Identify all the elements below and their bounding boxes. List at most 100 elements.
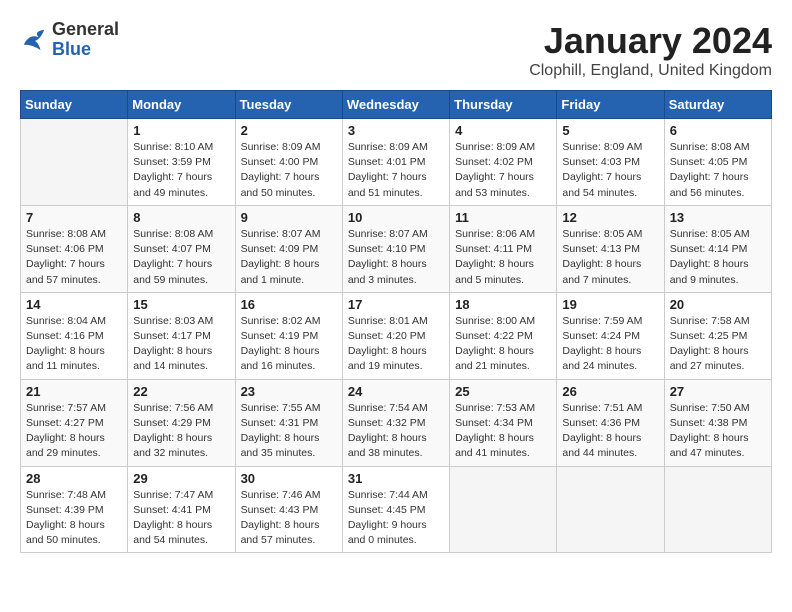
calendar-cell (450, 466, 557, 553)
calendar-week-row: 14 Sunrise: 8:04 AMSunset: 4:16 PMDayligh… (21, 292, 772, 379)
logo-text: General Blue (52, 20, 119, 60)
day-number: 4 (455, 123, 551, 138)
calendar-cell: 22 Sunrise: 7:56 AMSunset: 4:29 PMDayligh… (128, 379, 235, 466)
day-number: 25 (455, 384, 551, 399)
day-number: 6 (670, 123, 766, 138)
day-info: Sunrise: 8:04 AMSunset: 4:16 PMDaylight:… (26, 314, 122, 375)
day-number: 3 (348, 123, 444, 138)
day-info: Sunrise: 8:10 AMSunset: 3:59 PMDaylight:… (133, 140, 229, 201)
day-number: 10 (348, 210, 444, 225)
calendar-cell: 2 Sunrise: 8:09 AMSunset: 4:00 PMDaylight… (235, 119, 342, 206)
calendar-cell: 19 Sunrise: 7:59 AMSunset: 4:24 PMDayligh… (557, 292, 664, 379)
calendar-cell: 21Sunrise: 7:57 AMSunset: 4:27 PMDayligh… (21, 379, 128, 466)
day-number: 22 (133, 384, 229, 399)
logo-general-text: General (52, 20, 119, 40)
title-block: January 2024 Clophill, England, United K… (529, 20, 772, 80)
calendar-week-row: 7 Sunrise: 8:08 AMSunset: 4:06 PMDaylight… (21, 205, 772, 292)
day-number: 27 (670, 384, 766, 399)
calendar-week-row: 21Sunrise: 7:57 AMSunset: 4:27 PMDayligh… (21, 379, 772, 466)
day-number: 31 (348, 471, 444, 486)
day-number: 16 (241, 297, 337, 312)
day-info: Sunrise: 8:07 AMSunset: 4:09 PMDaylight:… (241, 227, 337, 288)
calendar-cell: 30 Sunrise: 7:46 AMSunset: 4:43 PMDayligh… (235, 466, 342, 553)
calendar-cell (21, 119, 128, 206)
calendar-cell: 29 Sunrise: 7:47 AMSunset: 4:41 PMDayligh… (128, 466, 235, 553)
day-number: 19 (562, 297, 658, 312)
day-info: Sunrise: 7:47 AMSunset: 4:41 PMDaylight:… (133, 488, 229, 549)
calendar-cell: 9 Sunrise: 8:07 AMSunset: 4:09 PMDaylight… (235, 205, 342, 292)
days-header-row: SundayMondayTuesdayWednesdayThursdayFrid… (21, 91, 772, 119)
day-info: Sunrise: 7:58 AMSunset: 4:25 PMDaylight:… (670, 314, 766, 375)
day-info: Sunrise: 7:46 AMSunset: 4:43 PMDaylight:… (241, 488, 337, 549)
day-number: 29 (133, 471, 229, 486)
day-number: 12 (562, 210, 658, 225)
logo: General Blue (20, 20, 119, 60)
calendar-cell: 26Sunrise: 7:51 AMSunset: 4:36 PMDayligh… (557, 379, 664, 466)
day-number: 11 (455, 210, 551, 225)
calendar-cell: 15 Sunrise: 8:03 AMSunset: 4:17 PMDayligh… (128, 292, 235, 379)
day-header-friday: Friday (557, 91, 664, 119)
calendar-cell: 5Sunrise: 8:09 AMSunset: 4:03 PMDaylight… (557, 119, 664, 206)
calendar-cell: 28 Sunrise: 7:48 AMSunset: 4:39 PMDayligh… (21, 466, 128, 553)
calendar-cell: 7 Sunrise: 8:08 AMSunset: 4:06 PMDaylight… (21, 205, 128, 292)
day-info: Sunrise: 7:57 AMSunset: 4:27 PMDaylight:… (26, 401, 122, 462)
day-number: 7 (26, 210, 122, 225)
day-header-tuesday: Tuesday (235, 91, 342, 119)
day-number: 2 (241, 123, 337, 138)
calendar-cell: 23Sunrise: 7:55 AMSunset: 4:31 PMDayligh… (235, 379, 342, 466)
day-header-sunday: Sunday (21, 91, 128, 119)
day-number: 30 (241, 471, 337, 486)
day-info: Sunrise: 7:53 AMSunset: 4:34 PMDaylight:… (455, 401, 551, 462)
calendar-week-row: 28 Sunrise: 7:48 AMSunset: 4:39 PMDayligh… (21, 466, 772, 553)
day-info: Sunrise: 7:50 AMSunset: 4:38 PMDaylight:… (670, 401, 766, 462)
day-info: Sunrise: 7:56 AMSunset: 4:29 PMDaylight:… (133, 401, 229, 462)
day-info: Sunrise: 7:54 AMSunset: 4:32 PMDaylight:… (348, 401, 444, 462)
day-info: Sunrise: 8:06 AMSunset: 4:11 PMDaylight:… (455, 227, 551, 288)
calendar-cell: 1 Sunrise: 8:10 AMSunset: 3:59 PMDaylight… (128, 119, 235, 206)
day-number: 8 (133, 210, 229, 225)
calendar-cell: 31 Sunrise: 7:44 AMSunset: 4:45 PMDayligh… (342, 466, 449, 553)
calendar-subtitle: Clophill, England, United Kingdom (529, 62, 772, 80)
day-header-thursday: Thursday (450, 91, 557, 119)
day-number: 15 (133, 297, 229, 312)
day-info: Sunrise: 8:01 AMSunset: 4:20 PMDaylight:… (348, 314, 444, 375)
day-info: Sunrise: 8:03 AMSunset: 4:17 PMDaylight:… (133, 314, 229, 375)
calendar-cell: 16Sunrise: 8:02 AMSunset: 4:19 PMDayligh… (235, 292, 342, 379)
day-number: 20 (670, 297, 766, 312)
calendar-cell: 25 Sunrise: 7:53 AMSunset: 4:34 PMDayligh… (450, 379, 557, 466)
day-number: 14 (26, 297, 122, 312)
day-header-saturday: Saturday (664, 91, 771, 119)
day-info: Sunrise: 7:51 AMSunset: 4:36 PMDaylight:… (562, 401, 658, 462)
day-info: Sunrise: 8:05 AMSunset: 4:14 PMDaylight:… (670, 227, 766, 288)
calendar-cell: 3Sunrise: 8:09 AMSunset: 4:01 PMDaylight… (342, 119, 449, 206)
day-info: Sunrise: 7:59 AMSunset: 4:24 PMDaylight:… (562, 314, 658, 375)
day-number: 28 (26, 471, 122, 486)
day-info: Sunrise: 7:48 AMSunset: 4:39 PMDaylight:… (26, 488, 122, 549)
day-info: Sunrise: 8:08 AMSunset: 4:05 PMDaylight:… (670, 140, 766, 201)
calendar-cell: 8 Sunrise: 8:08 AMSunset: 4:07 PMDaylight… (128, 205, 235, 292)
day-number: 9 (241, 210, 337, 225)
page-header: General Blue January 2024 Clophill, Engl… (20, 20, 772, 80)
day-info: Sunrise: 8:09 AMSunset: 4:00 PMDaylight:… (241, 140, 337, 201)
day-info: Sunrise: 8:08 AMSunset: 4:07 PMDaylight:… (133, 227, 229, 288)
day-number: 24 (348, 384, 444, 399)
day-info: Sunrise: 7:55 AMSunset: 4:31 PMDaylight:… (241, 401, 337, 462)
day-info: Sunrise: 8:05 AMSunset: 4:13 PMDaylight:… (562, 227, 658, 288)
calendar-title: January 2024 (529, 20, 772, 62)
calendar-week-row: 1 Sunrise: 8:10 AMSunset: 3:59 PMDaylight… (21, 119, 772, 206)
calendar-cell: 12 Sunrise: 8:05 AMSunset: 4:13 PMDayligh… (557, 205, 664, 292)
calendar-table: SundayMondayTuesdayWednesdayThursdayFrid… (20, 90, 772, 553)
day-number: 1 (133, 123, 229, 138)
day-info: Sunrise: 8:09 AMSunset: 4:03 PMDaylight:… (562, 140, 658, 201)
calendar-cell: 17 Sunrise: 8:01 AMSunset: 4:20 PMDayligh… (342, 292, 449, 379)
logo-blue-text: Blue (52, 40, 119, 60)
day-header-wednesday: Wednesday (342, 91, 449, 119)
day-info: Sunrise: 8:08 AMSunset: 4:06 PMDaylight:… (26, 227, 122, 288)
calendar-cell: 20 Sunrise: 7:58 AMSunset: 4:25 PMDayligh… (664, 292, 771, 379)
calendar-cell (557, 466, 664, 553)
day-info: Sunrise: 7:44 AMSunset: 4:45 PMDaylight:… (348, 488, 444, 549)
calendar-cell: 10Sunrise: 8:07 AMSunset: 4:10 PMDayligh… (342, 205, 449, 292)
calendar-cell: 4Sunrise: 8:09 AMSunset: 4:02 PMDaylight… (450, 119, 557, 206)
day-info: Sunrise: 8:00 AMSunset: 4:22 PMDaylight:… (455, 314, 551, 375)
day-number: 17 (348, 297, 444, 312)
